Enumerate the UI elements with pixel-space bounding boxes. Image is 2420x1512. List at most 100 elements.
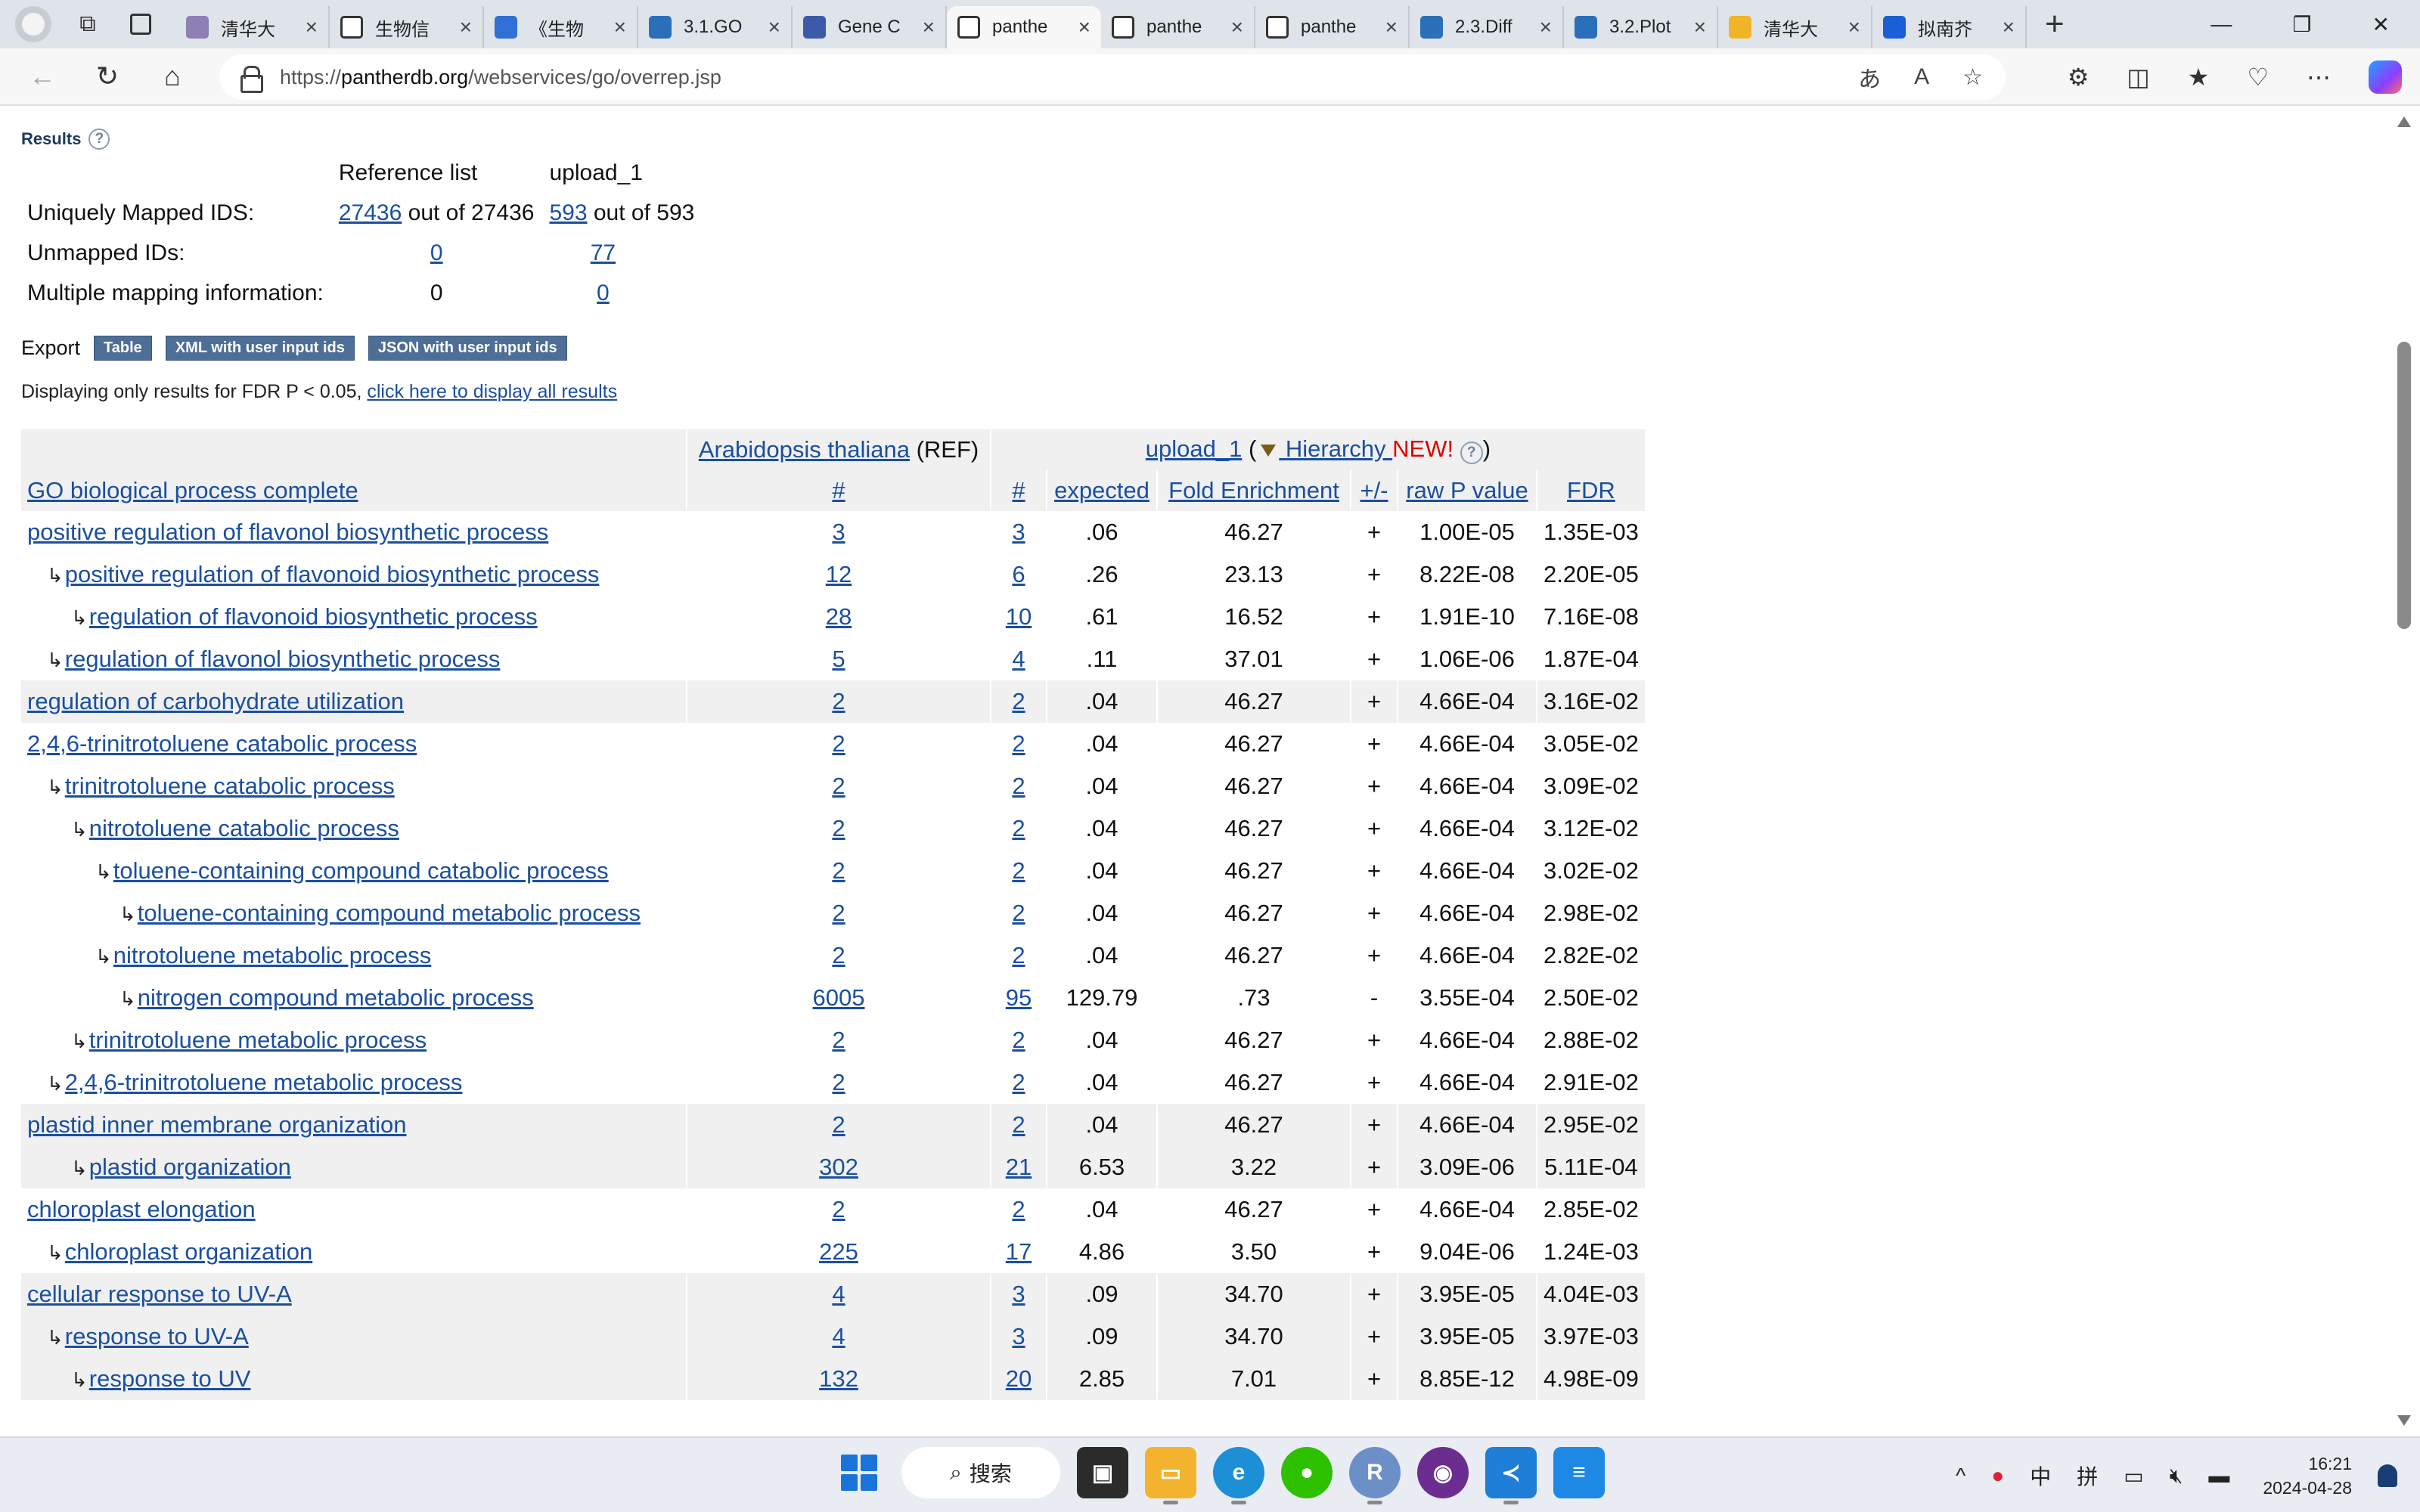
- upload-count-link[interactable]: 17: [1006, 1238, 1032, 1265]
- go-term-link[interactable]: chloroplast elongation: [27, 1196, 256, 1222]
- upload-multiple-link[interactable]: 0: [597, 280, 610, 305]
- go-term-link[interactable]: chloroplast organization: [65, 1238, 312, 1265]
- sort-fdr-link[interactable]: FDR: [1567, 477, 1615, 503]
- column-header-raw-p[interactable]: raw P value: [1398, 470, 1537, 511]
- browser-tab[interactable]: 清华大 ×: [175, 6, 330, 48]
- tray-overflow-icon[interactable]: ^: [1956, 1464, 1965, 1488]
- upload-count-link[interactable]: 95: [1006, 984, 1032, 1011]
- copilot-icon[interactable]: [2369, 60, 2402, 94]
- upload-count-link[interactable]: 2: [1012, 1069, 1025, 1095]
- tab-close-icon[interactable]: ×: [1231, 15, 1243, 39]
- export-xml-button[interactable]: XML with user input ids: [165, 336, 355, 361]
- tab-close-icon[interactable]: ×: [1385, 15, 1398, 39]
- sort-upload-count-link[interactable]: #: [1012, 477, 1025, 503]
- tab-close-icon[interactable]: ×: [1694, 15, 1706, 39]
- upload-count-link[interactable]: 2: [1012, 730, 1025, 757]
- home-button[interactable]: ⌂: [150, 54, 195, 99]
- browser-tab[interactable]: panthe ×: [1101, 6, 1255, 48]
- read-aloud-icon[interactable]: A: [1914, 64, 1929, 90]
- go-term-link[interactable]: regulation of carbohydrate utilization: [27, 688, 404, 714]
- ref-count-link[interactable]: 5: [832, 646, 845, 672]
- sort-go-term-link[interactable]: GO biological process complete: [27, 477, 358, 503]
- tab-close-icon[interactable]: ×: [1848, 15, 1860, 39]
- tab-close-icon[interactable]: ×: [306, 15, 318, 39]
- help-icon[interactable]: ?: [88, 129, 110, 150]
- close-window-button[interactable]: ✕: [2372, 12, 2390, 37]
- ref-count-link[interactable]: 2: [832, 730, 845, 757]
- hierarchy-help-icon[interactable]: ?: [1460, 442, 1483, 464]
- github-desktop-icon[interactable]: ◉: [1417, 1447, 1469, 1498]
- ref-count-link[interactable]: 2: [832, 1111, 845, 1138]
- upload-unmapped-link[interactable]: 77: [591, 240, 616, 265]
- upload-count-link[interactable]: 2: [1012, 688, 1025, 714]
- go-term-link[interactable]: nitrotoluene catabolic process: [89, 815, 399, 841]
- ref-count-link[interactable]: 2: [832, 815, 845, 841]
- tab-close-icon[interactable]: ×: [768, 15, 780, 39]
- volume-muted-icon[interactable]: 🔇︎: [2170, 1464, 2183, 1489]
- go-term-link[interactable]: trinitrotoluene catabolic process: [65, 773, 395, 799]
- ref-count-link[interactable]: 4: [832, 1281, 845, 1307]
- ref-mapped-link[interactable]: 27436: [339, 200, 402, 225]
- sort-fold-link[interactable]: Fold Enrichment: [1168, 477, 1339, 503]
- ref-count-link[interactable]: 2: [832, 857, 845, 884]
- column-header-expected[interactable]: expected: [1047, 470, 1158, 511]
- battery-icon[interactable]: ▬: [2208, 1464, 2229, 1488]
- upload-count-link[interactable]: 21: [1006, 1154, 1032, 1180]
- tab-close-icon[interactable]: ×: [1078, 15, 1091, 39]
- display-all-results-link[interactable]: click here to display all results: [367, 381, 617, 402]
- ref-count-link[interactable]: 2: [832, 1196, 845, 1222]
- refresh-button[interactable]: ↻: [85, 54, 130, 99]
- browser-tab[interactable]: panthe ×: [1255, 6, 1410, 48]
- address-bar[interactable]: https://pantherdb.org/webservices/go/ove…: [219, 54, 2006, 100]
- start-button-icon[interactable]: [841, 1455, 877, 1491]
- ref-count-link[interactable]: 225: [819, 1238, 858, 1265]
- column-header-go-term[interactable]: GO biological process complete: [21, 470, 687, 511]
- ref-count-link[interactable]: 28: [826, 603, 852, 630]
- upload-count-link[interactable]: 3: [1012, 1323, 1025, 1349]
- go-term-link[interactable]: positive regulation of flavonol biosynth…: [27, 519, 548, 545]
- upload-count-link[interactable]: 3: [1012, 519, 1025, 545]
- upload-count-link[interactable]: 2: [1012, 900, 1025, 926]
- favorite-star-icon[interactable]: ☆: [1962, 64, 1983, 91]
- hierarchy-toggle-icon[interactable]: [1261, 444, 1277, 457]
- minimize-button[interactable]: —: [2211, 12, 2232, 36]
- notepad-icon[interactable]: ≡: [1553, 1447, 1605, 1498]
- workspaces-icon[interactable]: ⧉: [70, 6, 106, 42]
- upload-count-link[interactable]: 4: [1012, 646, 1025, 672]
- sort-direction-link[interactable]: +/-: [1360, 477, 1388, 503]
- vscode-icon[interactable]: ≺: [1485, 1447, 1537, 1504]
- ref-count-link[interactable]: 3: [832, 519, 845, 545]
- ref-count-link[interactable]: 12: [826, 561, 852, 587]
- taskbar-search[interactable]: ⌕ 搜索: [901, 1447, 1060, 1498]
- go-term-link[interactable]: regulation of flavonoid biosynthetic pro…: [89, 603, 538, 630]
- go-term-link[interactable]: plastid inner membrane organization: [27, 1111, 406, 1138]
- scroll-up-arrow[interactable]: [2397, 116, 2411, 127]
- profile-avatar[interactable]: [15, 6, 51, 42]
- upload-count-link[interactable]: 2: [1012, 773, 1025, 799]
- tab-close-icon[interactable]: ×: [2003, 15, 2015, 39]
- split-screen-icon[interactable]: ◫: [2127, 63, 2149, 91]
- organism-link[interactable]: Arabidopsis thaliana: [699, 436, 910, 463]
- upload-list-link[interactable]: upload_1: [1146, 435, 1243, 462]
- go-term-link[interactable]: cellular response to UV-A: [27, 1281, 292, 1307]
- upload-count-link[interactable]: 2: [1012, 1111, 1025, 1138]
- upload-count-link[interactable]: 2: [1012, 857, 1025, 884]
- column-header-fold-enrichment[interactable]: Fold Enrichment: [1157, 470, 1351, 511]
- ref-count-link[interactable]: 2: [832, 942, 845, 968]
- go-term-link[interactable]: nitrotoluene metabolic process: [113, 942, 431, 968]
- favorites-icon[interactable]: ★: [2188, 63, 2210, 91]
- go-term-link[interactable]: trinitrotoluene metabolic process: [89, 1027, 427, 1053]
- sort-ref-count-link[interactable]: #: [832, 477, 845, 503]
- tab-close-icon[interactable]: ×: [1540, 15, 1552, 39]
- restore-button[interactable]: ❐: [2292, 12, 2311, 37]
- page-scrollbar[interactable]: [2390, 107, 2420, 1435]
- hierarchy-link[interactable]: Hierarchy: [1279, 435, 1392, 462]
- column-header-ref-count[interactable]: #: [687, 470, 991, 511]
- ref-count-link[interactable]: 132: [819, 1365, 858, 1392]
- ime-language-indicator[interactable]: 中: [2030, 1461, 2051, 1491]
- tab-close-icon[interactable]: ×: [614, 15, 626, 39]
- column-header-upload-count[interactable]: #: [991, 470, 1047, 511]
- upload-mapped-link[interactable]: 593: [549, 200, 587, 225]
- go-term-link[interactable]: response to UV: [89, 1365, 251, 1392]
- go-term-link[interactable]: regulation of flavonol biosynthetic proc…: [65, 646, 501, 672]
